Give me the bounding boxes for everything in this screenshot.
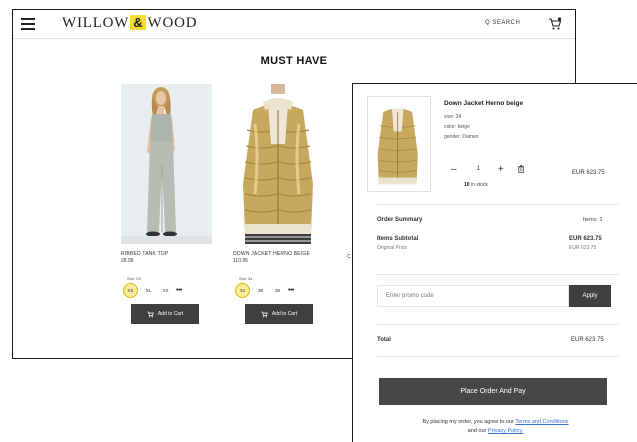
top-navigation-bar: WILLOW & WOOD Q SEARCH — [13, 10, 575, 39]
decrease-quantity-button[interactable]: – — [451, 164, 457, 175]
size-selector: 34 36 38 ••• — [235, 283, 327, 298]
size-option-selected[interactable]: 34 — [235, 283, 250, 298]
order-item-count: Items: 1 — [583, 217, 603, 223]
stock-status: 10 in stock — [464, 182, 488, 188]
model-in-gold-jacket-illustration — [233, 84, 324, 244]
logo-text-left: WILLOW — [62, 15, 130, 31]
apply-promo-button[interactable]: Apply — [569, 285, 611, 307]
order-summary-title: Order Summary — [377, 217, 423, 223]
product-price: 110.95 — [233, 258, 248, 264]
size-label: Size XS — [127, 276, 142, 281]
cart-item-size: size: 34 — [444, 114, 462, 120]
size-selector: XS XL XS ••• — [123, 283, 215, 298]
quantity-stepper: – 1 + — [444, 160, 524, 178]
logo-text-right: WOOD — [147, 15, 198, 31]
promo-code-input[interactable]: Enter promo code — [377, 285, 569, 307]
product-image[interactable] — [121, 84, 212, 244]
product-image[interactable] — [233, 84, 324, 244]
brand-logo[interactable]: WILLOW & WOOD — [62, 15, 197, 32]
shopping-cart-icon[interactable] — [548, 17, 562, 31]
section-title: MUST HAVE — [260, 55, 328, 67]
original-price-value: EUR 623.75 — [569, 245, 597, 251]
size-option-selected[interactable]: XS — [123, 283, 138, 298]
divider — [377, 356, 619, 357]
cart-item-color: color: beige — [444, 124, 470, 130]
logo-ampersand: & — [130, 15, 147, 30]
add-to-cart-button[interactable]: Add to Cart — [245, 304, 313, 324]
cart-item-image[interactable] — [367, 96, 431, 192]
next-product-peek: C — [347, 254, 351, 260]
product-card: RIBBED TANK TOP 28.95 Size XS XS XL XS •… — [121, 84, 215, 324]
cart-item-title[interactable]: Down Jacket Herno beige — [444, 100, 523, 107]
product-name[interactable]: DOWN JACKET HERNO BEIGE — [233, 251, 327, 257]
add-to-cart-label: Add to Cart — [271, 311, 298, 317]
stock-suffix: in stock — [470, 182, 488, 188]
terms-and-conditions-link[interactable]: Terms and Conditions — [515, 419, 568, 425]
size-label: Size 34 — [239, 276, 253, 281]
divider — [377, 204, 619, 205]
divider — [377, 324, 619, 325]
subtotal-label: Items Subtotal — [377, 236, 419, 242]
cart-icon — [261, 311, 268, 317]
gold-jacket-thumbnail — [371, 97, 425, 189]
more-sizes-icon[interactable]: ••• — [176, 287, 182, 294]
terms-notice: By placing my order, you agree to our Te… — [353, 419, 637, 425]
original-price-label: Original Price — [377, 245, 408, 251]
privacy-policy-link[interactable]: Privacy Policy. — [488, 428, 523, 434]
add-to-cart-button[interactable]: Add to Cart — [131, 304, 199, 324]
stock-count: 10 — [464, 182, 470, 188]
product-card: DOWN JACKET HERNO BEIGE 110.95 Size 34 3… — [233, 84, 327, 324]
place-order-button[interactable]: Place Order And Pay — [379, 378, 607, 405]
size-option[interactable]: 36 — [254, 284, 267, 297]
divider — [377, 274, 619, 275]
quantity-value[interactable]: 1 — [477, 166, 480, 172]
product-name[interactable]: RIBBED TANK TOP — [121, 251, 215, 257]
cart-item-price: EUR 623.75 — [572, 170, 605, 176]
model-in-tank-top-illustration — [121, 84, 212, 244]
product-price: 28.95 — [121, 258, 134, 264]
cart-drawer: Down Jacket Herno beige size: 34 color: … — [352, 83, 637, 442]
terms-prefix: By placing my order, you agree to our — [422, 419, 514, 425]
size-option[interactable]: XS — [159, 284, 172, 297]
total-value: EUR 623.75 — [571, 337, 604, 343]
increase-quantity-button[interactable]: + — [498, 164, 504, 175]
search-link[interactable]: Q SEARCH — [485, 20, 520, 26]
size-option[interactable]: XL — [142, 284, 155, 297]
cart-item-gender: gender: Damen — [444, 134, 479, 140]
terms-middle: and our — [467, 428, 487, 434]
add-to-cart-label: Add to Cart — [157, 311, 184, 317]
trash-icon[interactable] — [517, 164, 524, 174]
hamburger-menu-icon[interactable] — [21, 18, 35, 30]
total-label: Total — [377, 337, 391, 343]
subtotal-value: EUR 623.75 — [569, 236, 602, 242]
more-sizes-icon[interactable]: ••• — [288, 287, 294, 294]
privacy-notice: and our Privacy Policy. — [353, 428, 637, 434]
size-option[interactable]: 38 — [271, 284, 284, 297]
cart-icon — [147, 311, 154, 317]
